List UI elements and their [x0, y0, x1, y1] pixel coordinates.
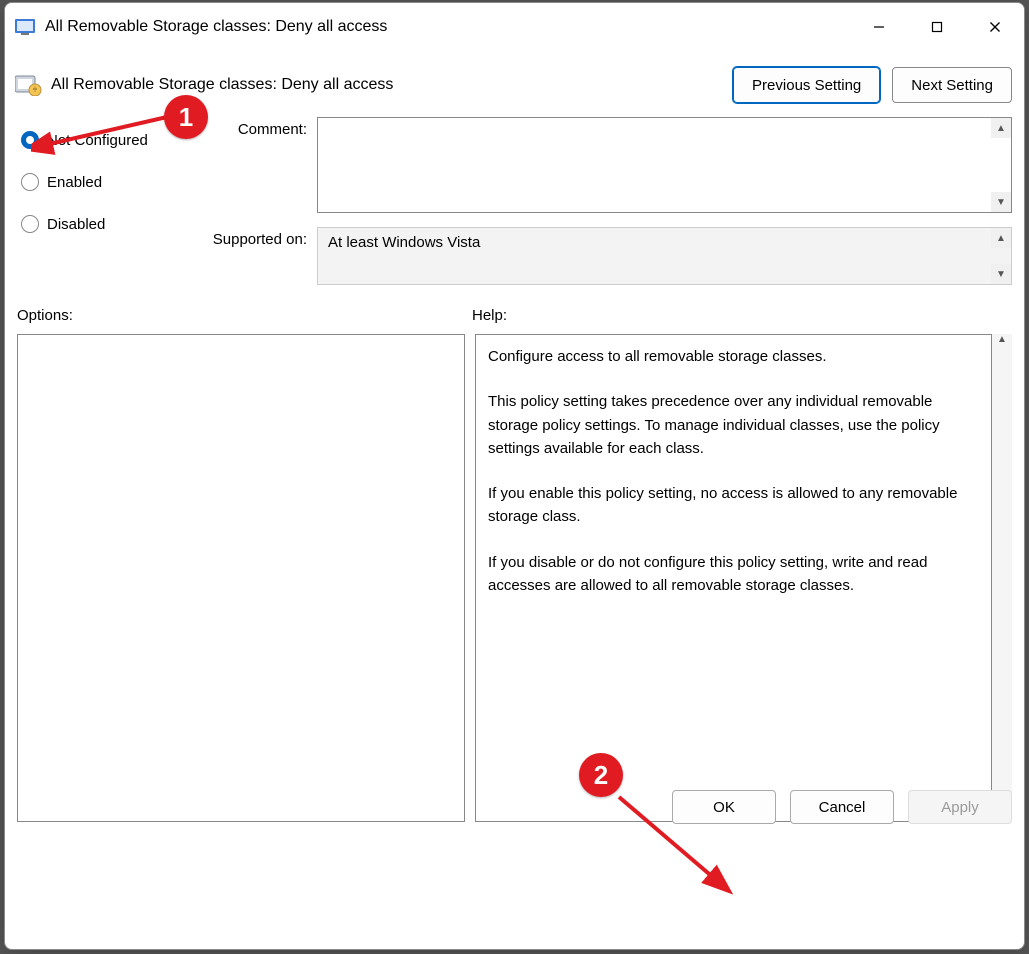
minimize-button[interactable]	[850, 7, 908, 47]
supported-on-value: At least Windows Vista	[328, 234, 480, 251]
apply-button[interactable]: Apply	[908, 790, 1012, 824]
help-pane: Configure access to all removable storag…	[475, 334, 992, 822]
help-wrap: Configure access to all removable storag…	[475, 334, 1012, 822]
dialog-window: All Removable Storage classes: Deny all …	[4, 2, 1025, 950]
help-paragraph: If you enable this policy setting, no ac…	[488, 482, 979, 529]
close-button[interactable]	[966, 7, 1024, 47]
cancel-button[interactable]: Cancel	[790, 790, 894, 824]
header-title: All Removable Storage classes: Deny all …	[51, 76, 393, 94]
radio-label: Disabled	[47, 216, 105, 233]
annotation-badge-2: 2	[579, 753, 623, 797]
panes: Configure access to all removable storag…	[17, 334, 1012, 822]
radio-dot-icon	[21, 173, 39, 191]
scroll-up-icon[interactable]: ▲	[997, 334, 1007, 345]
pane-labels: Options: Help:	[17, 307, 1012, 324]
options-pane	[17, 334, 465, 822]
help-paragraph: Configure access to all removable storag…	[488, 345, 979, 368]
dialog-footer: OK Cancel Apply	[672, 790, 1012, 824]
config-row: Not Configured Enabled Disabled Comment:	[17, 117, 1012, 285]
radio-disabled[interactable]: Disabled	[17, 203, 197, 245]
radio-dot-icon	[21, 131, 39, 149]
radio-label: Enabled	[47, 174, 102, 191]
annotation-badge-1: 1	[164, 95, 208, 139]
app-icon	[15, 17, 35, 37]
policy-icon	[15, 74, 43, 96]
state-radio-group: Not Configured Enabled Disabled	[17, 117, 197, 245]
comment-label: Comment:	[197, 117, 317, 213]
comment-textarea[interactable]: ▲ ▼	[317, 117, 1012, 213]
help-scrollbar[interactable]: ▲ ▼	[992, 334, 1012, 822]
content-area: All Removable Storage classes: Deny all …	[5, 51, 1024, 834]
next-setting-button[interactable]: Next Setting	[892, 67, 1012, 103]
scroll-up-icon[interactable]: ▲	[991, 118, 1011, 138]
supported-on-label: Supported on:	[197, 227, 317, 285]
maximize-button[interactable]	[908, 7, 966, 47]
options-label: Options:	[17, 307, 472, 324]
previous-setting-button[interactable]: Previous Setting	[733, 67, 880, 103]
radio-label: Not Configured	[47, 132, 148, 149]
help-paragraph: If you disable or do not configure this …	[488, 551, 979, 598]
titlebar: All Removable Storage classes: Deny all …	[5, 3, 1024, 51]
radio-enabled[interactable]: Enabled	[17, 161, 197, 203]
ok-button[interactable]: OK	[672, 790, 776, 824]
scroll-down-icon[interactable]: ▼	[991, 264, 1011, 284]
help-label: Help:	[472, 307, 1012, 324]
supported-on-field: At least Windows Vista ▲ ▼	[317, 227, 1012, 285]
help-paragraph: This policy setting takes precedence ove…	[488, 390, 979, 460]
window-title: All Removable Storage classes: Deny all …	[45, 18, 387, 36]
scroll-up-icon[interactable]: ▲	[991, 228, 1011, 248]
radio-dot-icon	[21, 215, 39, 233]
scroll-down-icon[interactable]: ▼	[991, 192, 1011, 212]
